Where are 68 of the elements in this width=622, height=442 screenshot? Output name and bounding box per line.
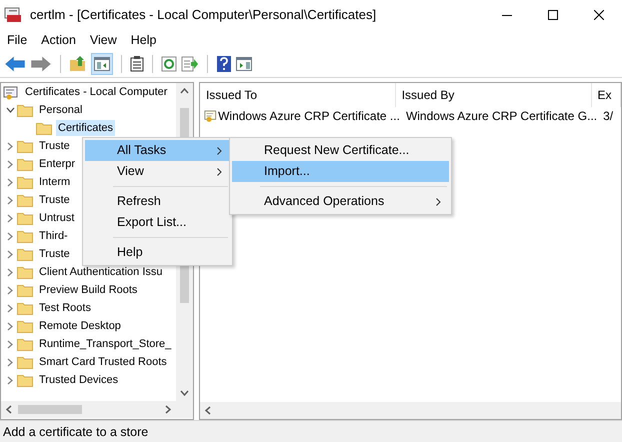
menu-item[interactable]: All Tasks	[85, 140, 230, 161]
menu-item[interactable]: Refresh	[85, 191, 230, 212]
folder-icon	[17, 139, 33, 153]
menu-item[interactable]: Request New Certificate...	[232, 140, 449, 161]
menu-item[interactable]: Export List...	[85, 212, 230, 233]
menu-item[interactable]: Import...	[232, 161, 449, 182]
certificate-console-icon	[3, 84, 19, 100]
column-header[interactable]: Issued To	[200, 83, 396, 107]
chevron-down-icon[interactable]	[6, 107, 14, 113]
tree-item[interactable]: Truste	[37, 246, 72, 262]
folder-icon	[17, 103, 33, 117]
folder-icon	[17, 247, 33, 261]
tree-item[interactable]: Truste	[37, 138, 72, 154]
folder-icon	[17, 157, 33, 171]
menu-item[interactable]: Advanced Operations	[232, 191, 449, 212]
menu-item[interactable]: Action	[34, 30, 83, 50]
folder-icon	[36, 121, 52, 135]
folder-icon	[17, 373, 33, 387]
menu-item[interactable]: Help	[124, 30, 164, 50]
window-title: certlm - [Certificates - Local Computer\Personal\Certificates]	[30, 6, 376, 24]
clipboard-icon[interactable]	[130, 56, 144, 72]
maximize-icon[interactable]	[548, 10, 558, 20]
folder-icon	[17, 301, 33, 315]
up-folder-icon[interactable]	[69, 56, 87, 72]
tree-item[interactable]: Certificates - Local Computer	[23, 84, 170, 100]
action-pane-icon[interactable]	[236, 56, 252, 70]
folder-icon	[17, 175, 33, 189]
table-cell-text: Windows Azure CRP Certificate G...	[406, 108, 598, 125]
folder-icon	[17, 229, 33, 243]
menu-item[interactable]: View	[82, 30, 124, 50]
folder-icon	[17, 283, 33, 297]
column-header[interactable]: Ex	[592, 83, 621, 107]
menu-item[interactable]: Help	[85, 242, 230, 263]
tree-item[interactable]: Interm	[37, 174, 72, 190]
tree-item[interactable]: Runtime_Transport_Store_	[37, 336, 174, 352]
tree-item[interactable]: Certificates	[56, 120, 116, 136]
tree-item[interactable]: Truste	[37, 192, 72, 208]
folder-icon	[17, 211, 33, 225]
tree-item[interactable]: Client Authentication Issu	[37, 264, 165, 280]
folder-icon	[17, 265, 33, 279]
scrollbar-thumb[interactable]	[18, 405, 82, 414]
tree-item[interactable]: Untrust	[37, 210, 76, 226]
tree-item[interactable]: Remote Desktop	[37, 318, 123, 334]
column-header[interactable]: Issued By	[396, 83, 592, 107]
certificate-icon	[204, 108, 218, 124]
folder-icon	[17, 193, 33, 207]
folder-icon	[17, 355, 33, 369]
refresh-icon[interactable]	[161, 56, 177, 72]
folder-icon	[17, 337, 33, 351]
app-icon	[4, 7, 22, 23]
export-icon[interactable]	[181, 56, 199, 72]
console-tree-icon[interactable]	[94, 56, 110, 70]
tree-item[interactable]: Trusted Devices	[37, 372, 120, 388]
tree-item[interactable]: Enterpr	[37, 156, 78, 172]
tree-item[interactable]: Third-	[37, 228, 70, 244]
minimize-icon[interactable]	[502, 14, 512, 16]
close-icon[interactable]	[594, 10, 604, 20]
tree-item[interactable]: Test Roots	[37, 300, 93, 316]
menu-item[interactable]: File	[0, 30, 34, 50]
folder-icon	[17, 319, 33, 333]
table-cell-text: 3/	[603, 108, 614, 125]
help-icon[interactable]	[216, 54, 232, 72]
tree-item[interactable]: Smart Card Trusted Roots	[37, 354, 169, 370]
tree-item[interactable]: Preview Build Roots	[37, 282, 140, 298]
table-cell-text: Windows Azure CRP Certificate ...	[218, 108, 400, 125]
tree-item[interactable]: Personal	[37, 102, 84, 118]
status-bar: Add a certificate to a store	[0, 420, 622, 442]
menu-item[interactable]: View	[85, 161, 230, 182]
